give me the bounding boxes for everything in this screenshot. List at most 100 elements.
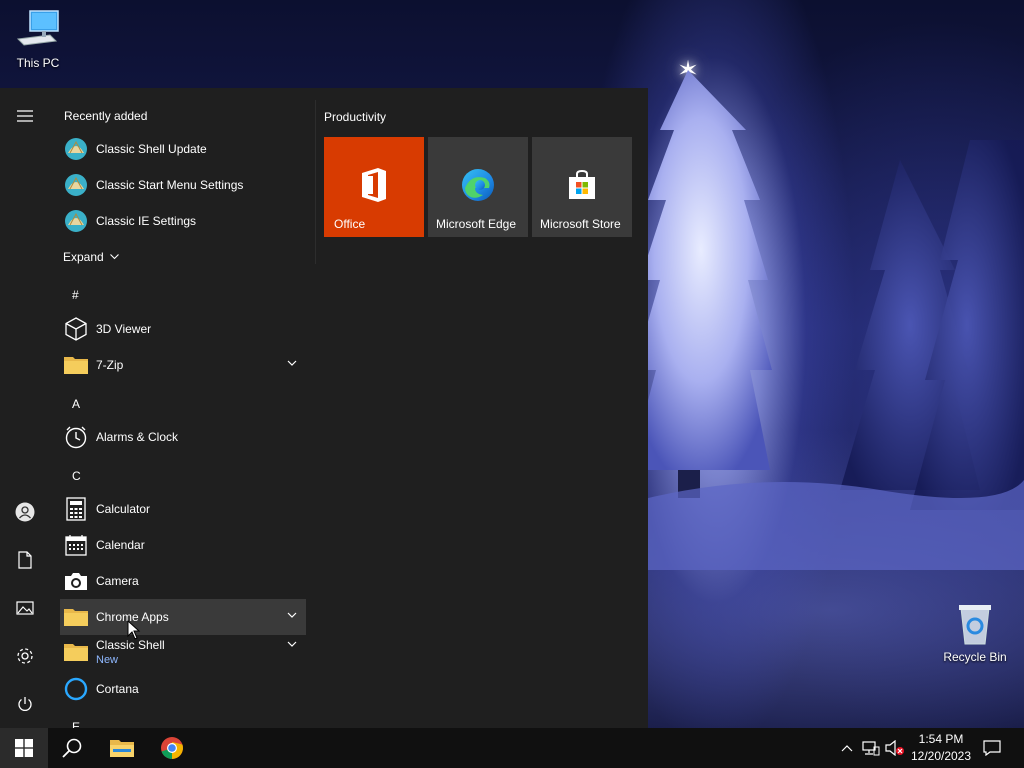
tile-label: Office (334, 217, 366, 231)
app-classic-start-menu-settings[interactable]: Classic Start Menu Settings (60, 167, 306, 203)
pictures-icon (16, 601, 34, 615)
taskbar: 1:54 PM 12/20/2023 (0, 728, 1024, 768)
app-folder-chrome-apps[interactable]: Chrome Apps (60, 599, 306, 635)
documents-icon (18, 551, 32, 569)
app-3d-viewer[interactable]: 3D Viewer (60, 311, 306, 347)
classic-shell-icon (64, 173, 88, 197)
tile-label: Microsoft Edge (436, 217, 517, 231)
classic-shell-icon (64, 137, 88, 161)
expand-button[interactable]: Expand (63, 250, 119, 264)
classic-shell-icon (64, 209, 88, 233)
clock-date: 12/20/2023 (910, 749, 972, 763)
edge-icon (460, 167, 496, 203)
volume-button[interactable] (884, 728, 906, 768)
file-explorer-button[interactable] (98, 728, 146, 768)
pictures-button[interactable] (0, 588, 50, 628)
calculator-icon (64, 497, 88, 521)
new-badge: New (96, 654, 119, 666)
chevron-down-icon[interactable] (286, 357, 298, 369)
clock-time: 1:54 PM (918, 732, 964, 746)
app-label: Classic Start Menu Settings (96, 178, 244, 192)
folder-icon (64, 605, 88, 629)
power-button[interactable] (0, 684, 50, 724)
search-button[interactable] (48, 728, 96, 768)
store-icon (564, 167, 600, 203)
app-folder-7-zip[interactable]: 7-Zip (60, 347, 306, 383)
action-center-icon (983, 740, 1001, 756)
group-letter-c[interactable]: C (72, 469, 81, 483)
tile-label: Microsoft Store (540, 217, 621, 231)
app-label: Classic Shell Update (96, 142, 207, 156)
chrome-icon (161, 737, 183, 759)
hamburger-menu-button[interactable] (0, 96, 50, 136)
office-icon (356, 167, 392, 203)
desktop-icon-this-pc[interactable]: This PC (0, 8, 76, 70)
app-classic-shell-update[interactable]: Classic Shell Update (60, 131, 306, 167)
app-calendar[interactable]: Calendar (60, 527, 306, 563)
calendar-icon (64, 533, 88, 557)
camera-icon (64, 569, 88, 593)
start-button[interactable] (0, 728, 48, 768)
hamburger-icon (17, 110, 33, 122)
settings-icon (17, 648, 33, 664)
documents-button[interactable] (0, 540, 50, 580)
user-account-button[interactable] (0, 492, 50, 532)
alarm-clock-icon (64, 425, 88, 449)
start-divider (315, 100, 316, 264)
chevron-up-icon (841, 745, 853, 752)
group-letter-a[interactable]: A (72, 397, 80, 411)
expand-label: Expand (63, 250, 104, 264)
app-label: Camera (96, 574, 139, 588)
computer-icon (14, 8, 62, 52)
cortana-icon (64, 677, 88, 701)
app-alarms-clock[interactable]: Alarms & Clock (60, 419, 306, 455)
tiles-group-heading[interactable]: Productivity (324, 110, 386, 124)
app-label: Classic Shell New (96, 638, 165, 666)
start-menu: Recently added Classic Shell Update Clas… (0, 88, 648, 728)
chevron-down-icon[interactable] (286, 609, 298, 621)
app-folder-classic-shell[interactable]: Classic Shell New (60, 635, 306, 669)
desktop-icon-label: This PC (16, 56, 60, 70)
app-label: Calculator (96, 502, 151, 516)
tile-microsoft-edge[interactable]: Microsoft Edge (428, 137, 528, 237)
clock-button[interactable]: 1:54 PM 12/20/2023 (908, 731, 974, 765)
chrome-button[interactable] (148, 728, 196, 768)
network-icon (862, 741, 880, 756)
network-status-button[interactable] (860, 728, 882, 768)
app-label: 7-Zip (96, 358, 124, 372)
app-camera[interactable]: Camera (60, 563, 306, 599)
chevron-down-icon[interactable] (286, 638, 298, 650)
power-icon (18, 697, 32, 711)
show-hidden-icons-button[interactable] (838, 728, 856, 768)
mouse-cursor-icon (127, 620, 141, 640)
action-center-button[interactable] (978, 728, 1006, 768)
app-label: Classic IE Settings (96, 214, 197, 228)
search-icon (62, 738, 82, 758)
tile-microsoft-store[interactable]: Microsoft Store (532, 137, 632, 237)
app-label: Cortana (96, 682, 139, 696)
chevron-down-icon (109, 254, 119, 260)
app-classic-ie-settings[interactable]: Classic IE Settings (60, 203, 306, 239)
recycle-bin-icon (951, 602, 999, 646)
file-explorer-icon (110, 740, 134, 757)
app-label: Calendar (96, 538, 145, 552)
app-label: 3D Viewer (96, 322, 152, 336)
start-icon (15, 739, 33, 757)
group-letter-e[interactable]: E (72, 720, 80, 728)
tile-office[interactable]: Office (324, 137, 424, 237)
app-cortana[interactable]: Cortana (60, 671, 306, 707)
settings-button[interactable] (0, 636, 50, 676)
recently-added-heading: Recently added (64, 109, 148, 123)
folder-icon (64, 640, 88, 664)
3d-viewer-icon (64, 317, 88, 341)
folder-icon (64, 353, 88, 377)
snowy-tree-illustration (640, 70, 1024, 570)
desktop-icon-recycle-bin[interactable]: Recycle Bin (937, 602, 1013, 664)
app-list: Recently added Classic Shell Update Clas… (58, 88, 310, 728)
user-icon (15, 502, 35, 522)
app-calculator[interactable]: Calculator (60, 491, 306, 527)
group-letter-hash[interactable]: # (72, 288, 79, 302)
start-rail (0, 88, 50, 728)
desktop-icon-label: Recycle Bin (943, 650, 1007, 664)
app-name: Classic Shell (96, 638, 165, 652)
